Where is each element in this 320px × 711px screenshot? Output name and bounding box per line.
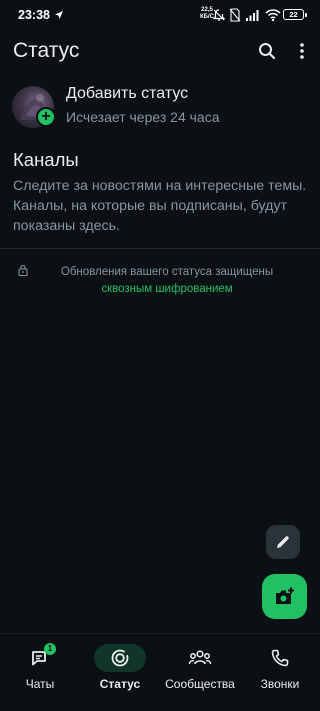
nav-label: Статус xyxy=(99,677,141,691)
nav-item-communities[interactable]: Сообщества xyxy=(160,644,240,691)
camera-add-icon xyxy=(275,587,294,604)
nav-icon-container xyxy=(254,644,306,672)
text-status-button[interactable] xyxy=(266,525,300,559)
signal-icon xyxy=(246,10,259,21)
battery-tip xyxy=(304,12,307,17)
mute-icon xyxy=(212,9,226,21)
nav-label: Сообщества xyxy=(165,677,235,691)
camera-status-button[interactable] xyxy=(262,574,307,619)
add-status-title: Добавить статус xyxy=(66,85,189,102)
battery-level: 22 xyxy=(289,10,298,19)
nav-icon-container: 1 xyxy=(14,643,66,672)
calls-icon xyxy=(271,649,289,667)
encryption-link[interactable]: сквозным шифрованием xyxy=(36,281,298,298)
nav-label: Чаты xyxy=(25,677,55,691)
add-status-row[interactable]: + Добавить статус Исчезает через 24 часа xyxy=(0,80,320,132)
location-arrow-icon xyxy=(55,11,63,19)
add-status-badge: + xyxy=(36,107,56,127)
status-icon xyxy=(111,649,129,667)
wifi-icon xyxy=(265,9,281,22)
encryption-note: Обновления вашего статуса защищены сквоз… xyxy=(36,264,298,298)
pencil-icon xyxy=(277,536,289,548)
page-title: Статус xyxy=(13,39,80,62)
communities-icon xyxy=(188,650,212,665)
status-icons xyxy=(212,8,281,22)
channels-description: Следите за новостями на интересные темы.… xyxy=(13,178,307,234)
bottom-navigation: 1 Чаты Статус Сообщества Звонки xyxy=(0,633,320,711)
add-status-subtitle: Исчезает через 24 часа xyxy=(66,109,220,125)
nav-item-chats[interactable]: 1 Чаты xyxy=(0,643,80,691)
no-sim-icon xyxy=(229,8,241,22)
channels-heading: Каналы xyxy=(13,149,79,170)
nav-icon-container xyxy=(174,644,226,672)
nav-item-calls[interactable]: Звонки xyxy=(240,644,320,691)
search-icon[interactable] xyxy=(257,41,277,61)
divider xyxy=(0,248,320,249)
clock: 23:38 xyxy=(18,8,50,22)
lock-icon xyxy=(18,265,28,276)
nav-item-status[interactable]: Статус xyxy=(80,644,160,691)
battery-indicator: 22 xyxy=(283,9,307,20)
nav-label: Звонки xyxy=(260,677,300,691)
system-status-bar: 23:38 22,5 КБ/С 22 xyxy=(0,0,320,30)
nav-icon-container xyxy=(94,644,146,672)
more-vert-icon[interactable] xyxy=(293,41,311,61)
encryption-text: Обновления вашего статуса защищены xyxy=(60,266,274,278)
unread-badge: 1 xyxy=(44,643,56,655)
